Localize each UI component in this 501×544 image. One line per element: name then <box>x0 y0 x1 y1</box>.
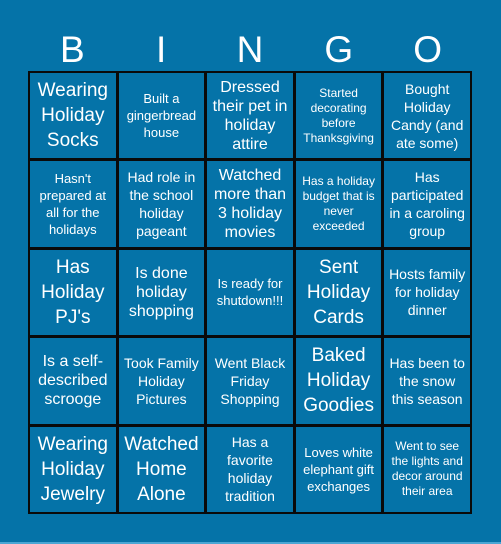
bingo-header: B I N G O <box>28 30 472 70</box>
bingo-cell[interactable]: Has participated in a caroling group <box>384 161 470 247</box>
bingo-cell[interactable]: Is a self-described scrooge <box>30 338 116 424</box>
cell-text: Watched more than 3 holiday movies <box>213 167 287 242</box>
bingo-cell[interactable]: Baked Holiday Goodies <box>295 338 382 424</box>
header-letter-o: O <box>413 29 442 70</box>
bingo-board: Wearing Holiday Socks Built a gingerbrea… <box>28 71 472 514</box>
cell-text: Started decorating before Thanksgiving <box>303 85 374 145</box>
header-letter-b: B <box>60 29 85 70</box>
bingo-cell[interactable]: Went to see the lights and decor around … <box>384 426 470 512</box>
bingo-cell[interactable]: Has Holiday PJ's <box>30 249 116 336</box>
bingo-cell[interactable]: Built a gingerbread house <box>118 73 205 159</box>
bingo-cell[interactable]: Wearing Holiday Jewelry <box>30 426 116 512</box>
bingo-cell[interactable]: Wearing Holiday Socks <box>30 73 116 159</box>
bingo-cell[interactable]: Hosts family for holiday dinner <box>384 249 470 336</box>
bingo-cell[interactable]: Took Family Holiday Pictures <box>118 338 205 424</box>
cell-text: Loves white elephant gift exchanges <box>303 444 375 494</box>
bingo-cell[interactable]: Watched more than 3 holiday movies <box>207 161 293 247</box>
bingo-cell[interactable]: Bought Holiday Candy (and ate some) <box>384 73 470 159</box>
bingo-cell[interactable]: Has a favorite holiday tradition <box>207 426 293 512</box>
bingo-cell[interactable]: Had role in the school holiday pageant <box>118 161 205 247</box>
bingo-cell[interactable]: Has a holiday budget that is never excee… <box>295 161 382 247</box>
bingo-cell[interactable]: Started decorating before Thanksgiving <box>295 73 382 159</box>
header-letter-i: I <box>156 29 167 70</box>
cell-text: Went to see the lights and decor around … <box>391 439 463 499</box>
bingo-cell[interactable]: Has been to the snow this season <box>384 338 470 424</box>
cell-text: Took Family Holiday Pictures <box>124 354 199 407</box>
bingo-cell[interactable]: Is done holiday shopping <box>118 249 205 336</box>
bingo-cell[interactable]: Watched Home Alone <box>118 426 205 512</box>
header-letter-g: G <box>324 29 354 70</box>
bingo-cell[interactable]: Dressed their pet in holiday attire <box>207 73 293 159</box>
cell-text: Is ready for shutdown!!! <box>216 276 284 309</box>
cell-text: Sent Holiday Cards <box>306 256 371 328</box>
bingo-cell[interactable]: Loves white elephant gift exchanges <box>295 426 382 512</box>
cell-text: Has Holiday PJ's <box>41 256 105 328</box>
cell-text: Is a self-described scrooge <box>38 353 108 409</box>
cell-text: Has a favorite holiday tradition <box>225 434 275 505</box>
cell-text: Hosts family for holiday dinner <box>389 266 466 319</box>
bingo-cell[interactable]: Went Black Friday Shopping <box>207 338 293 424</box>
cell-text: Is done holiday shopping <box>128 264 194 320</box>
cell-text: Has been to the snow this season <box>389 354 465 407</box>
cell-text: Built a gingerbread house <box>126 91 197 141</box>
cell-text: Has a holiday budget that is never excee… <box>302 174 375 234</box>
cell-text: Had role in the school holiday pageant <box>127 169 196 240</box>
cell-text: Dressed their pet in holiday attire <box>212 78 288 153</box>
cell-text: Baked Holiday Goodies <box>303 345 374 417</box>
header-letter-n: N <box>236 29 264 70</box>
cell-text: Wearing Holiday Socks <box>37 80 108 152</box>
cell-text: Hasn't prepared at all for the holidays <box>39 171 107 238</box>
bingo-cell-center[interactable]: Is ready for shutdown!!! <box>207 249 293 336</box>
bingo-cell[interactable]: Hasn't prepared at all for the holidays <box>30 161 116 247</box>
bingo-cell[interactable]: Sent Holiday Cards <box>295 249 382 336</box>
cell-text: Watched Home Alone <box>124 433 199 505</box>
cell-text: Bought Holiday Candy (and ate some) <box>390 80 464 151</box>
cell-text: Went Black Friday Shopping <box>214 354 286 407</box>
cell-text: Wearing Holiday Jewelry <box>37 433 108 505</box>
cell-text: Has participated in a caroling group <box>389 169 465 240</box>
